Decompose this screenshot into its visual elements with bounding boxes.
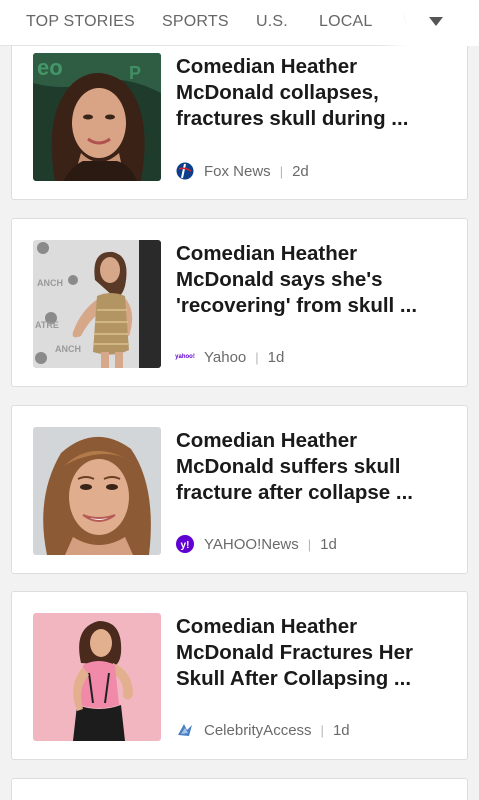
chevron-down-icon[interactable] (429, 17, 443, 26)
article-age: 2d (292, 162, 309, 180)
category-nav: TOP STORIES SPORTS U.S. LOCAL W (0, 0, 479, 46)
meta-separator: | (255, 349, 259, 365)
meta-separator: | (307, 536, 312, 552)
tab-us[interactable]: U.S. (256, 13, 288, 31)
article-thumbnail: ANCH ATRE ANCH (33, 240, 161, 368)
article-age: 1d (267, 348, 285, 366)
article-meta: yahoo! Yahoo | 1d (175, 347, 285, 367)
article-card[interactable] (11, 778, 468, 800)
article-card[interactable]: Comedian Heather McDonald suffers skull … (11, 405, 468, 574)
article-thumbnail: eo P (33, 53, 161, 181)
yahoo-y-logo-icon: y! (176, 535, 194, 553)
svg-text:y!: y! (181, 540, 190, 551)
article-card[interactable]: Comedian Heather McDonald Fractures Her … (11, 591, 468, 760)
svg-text:ANCH: ANCH (55, 344, 81, 354)
article-age: 1d (332, 721, 350, 739)
article-meta: y! YAHOO!News | 1d (176, 534, 337, 554)
fox-news-logo-icon (176, 162, 194, 180)
tab-sports[interactable]: SPORTS (162, 13, 229, 31)
article-card[interactable]: ANCH ATRE ANCH Comedian Heather McDonald… (11, 218, 468, 387)
article-headline[interactable]: Comedian Heather McDonald collapses, fra… (176, 54, 456, 132)
celebrityaccess-logo-icon (176, 721, 194, 739)
article-meta: Fox News | 2d (176, 161, 309, 181)
article-age: 1d (320, 535, 337, 553)
article-card[interactable]: eo P Comedian Heather McDonald collapses… (11, 20, 468, 200)
tab-local[interactable]: LOCAL (319, 13, 372, 31)
article-meta: CelebrityAccess | 1d (176, 720, 350, 740)
article-thumbnail (33, 613, 161, 741)
article-headline[interactable]: Comedian Heather McDonald Fractures Her … (176, 614, 456, 692)
source-name: Yahoo (204, 348, 247, 366)
article-thumbnail (33, 427, 161, 555)
source-name: CelebrityAccess (204, 721, 312, 739)
meta-separator: | (320, 722, 324, 738)
yahoo-wordmark-icon: yahoo! (175, 354, 195, 360)
svg-text:P: P (129, 63, 141, 83)
article-headline[interactable]: Comedian Heather McDonald says she's 're… (176, 241, 456, 319)
svg-text:eo: eo (37, 55, 63, 80)
svg-text:ANCH: ANCH (37, 278, 63, 288)
svg-text:ATRE: ATRE (35, 320, 59, 330)
tab-top-stories[interactable]: TOP STORIES (26, 13, 135, 31)
source-name: Fox News (204, 162, 271, 180)
meta-separator: | (279, 163, 284, 179)
article-headline[interactable]: Comedian Heather McDonald suffers skull … (176, 428, 456, 506)
source-name: YAHOO!News (204, 535, 299, 553)
